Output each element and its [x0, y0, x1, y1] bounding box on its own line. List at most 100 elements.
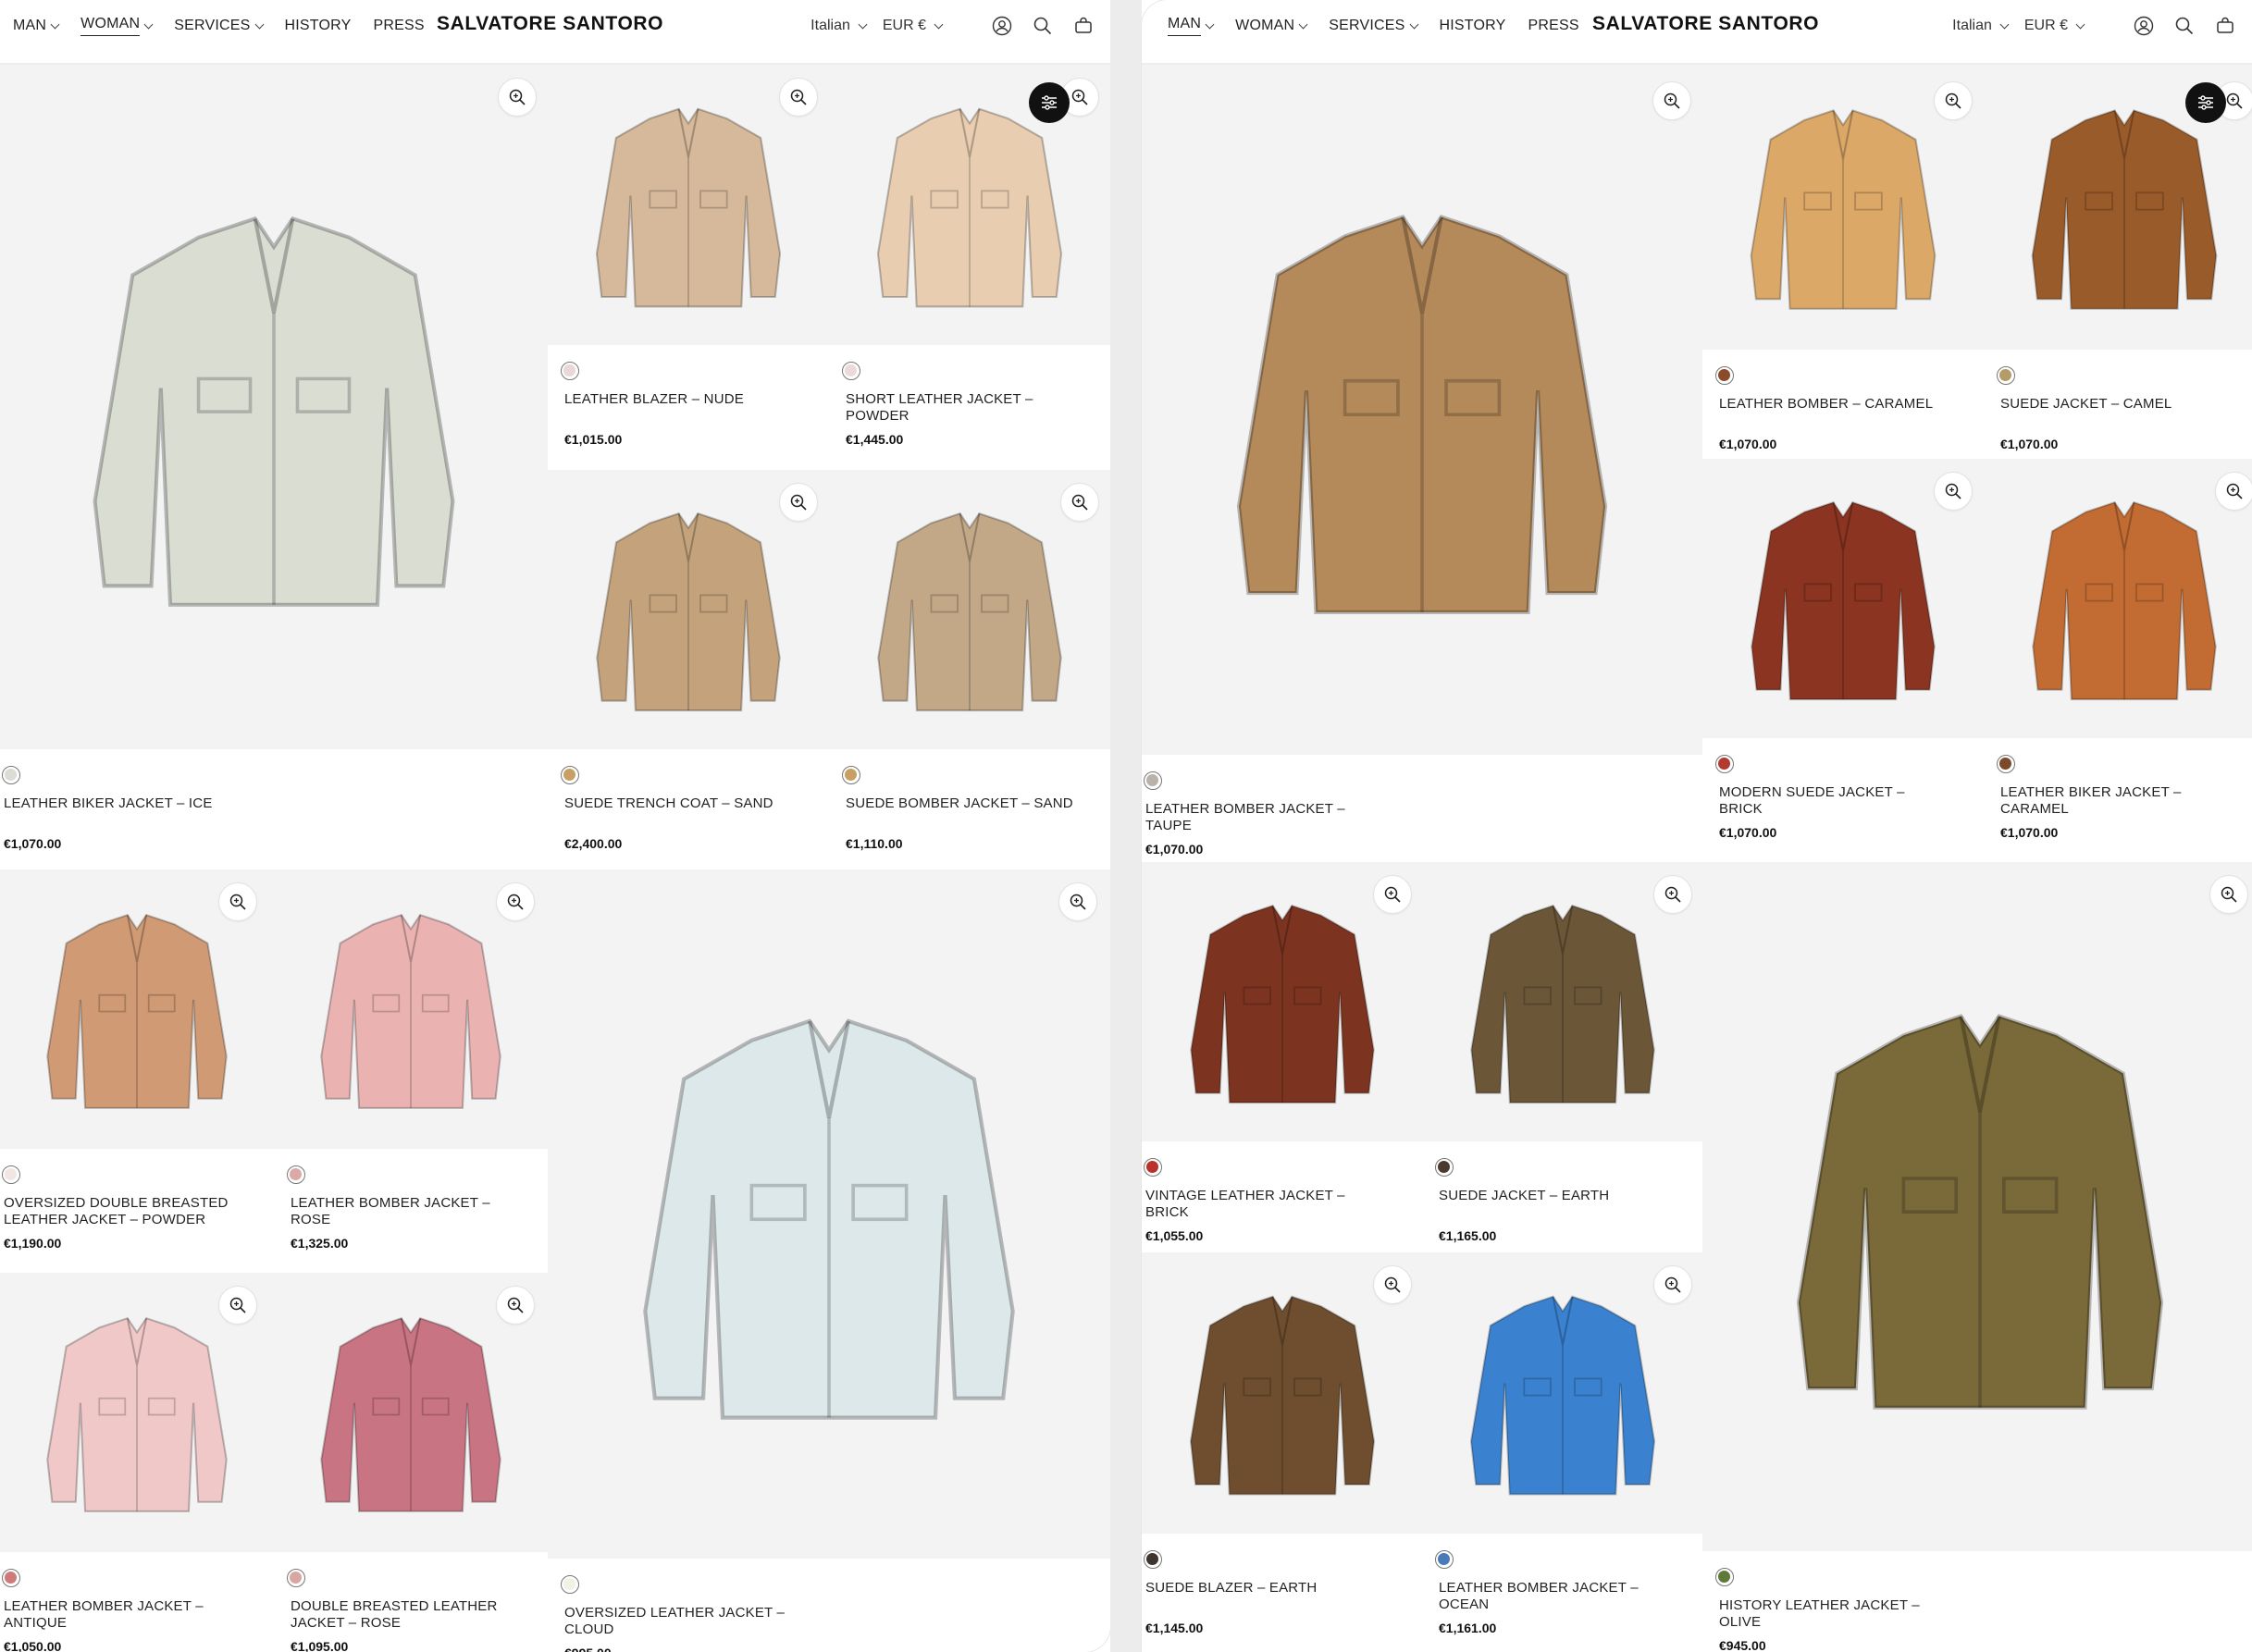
nav-history[interactable]: HISTORY — [1440, 18, 1506, 34]
filter-button[interactable] — [2185, 82, 2226, 123]
zoom-in-button[interactable] — [498, 78, 537, 117]
account-icon[interactable] — [2132, 14, 2156, 38]
product-name[interactable]: SUEDE BOMBER JACKET – SAND — [846, 795, 1077, 812]
product-card[interactable]: SUEDE BOMBER JACKET – SAND €1,110.00 — [829, 470, 1110, 865]
zoom-in-button[interactable] — [1653, 1265, 1692, 1304]
product-card[interactable]: LEATHER BIKER JACKET – ICE €1,070.00 — [0, 65, 548, 865]
nav-history[interactable]: HISTORY — [285, 18, 352, 34]
product-card[interactable]: LEATHER BOMBER JACKET – ANTIQUE €1,050.00 — [0, 1273, 274, 1652]
nav-press[interactable]: PRESS — [1528, 18, 1578, 34]
color-swatch[interactable] — [2, 1569, 20, 1587]
zoom-in-button[interactable] — [218, 1286, 257, 1325]
product-card[interactable]: LEATHER BIKER JACKET – CARAMEL €1,070.00 — [1984, 459, 2252, 854]
zoom-in-button[interactable] — [496, 1286, 535, 1325]
zoom-in-button[interactable] — [2209, 875, 2248, 914]
product-name[interactable]: OVERSIZED LEATHER JACKET – CLOUD — [564, 1605, 796, 1638]
nav-woman[interactable]: WOMAN — [80, 16, 154, 36]
cart-icon[interactable] — [1071, 14, 1095, 38]
product-name[interactable]: LEATHER BIKER JACKET – ICE — [4, 795, 235, 812]
product-image[interactable] — [548, 869, 1110, 1559]
zoom-in-button[interactable] — [1934, 81, 1973, 120]
color-swatch[interactable] — [842, 362, 860, 380]
product-card[interactable]: DOUBLE BREASTED LEATHER JACKET – ROSE €1,… — [274, 1273, 548, 1652]
product-card[interactable]: SUEDE JACKET – EARTH €1,165.00 — [1422, 862, 1702, 1257]
product-name[interactable]: LEATHER BOMBER JACKET – ROSE — [291, 1195, 522, 1228]
product-card[interactable]: SUEDE JACKET – CAMEL €1,070.00 — [1984, 65, 2252, 465]
color-swatch[interactable] — [842, 766, 860, 784]
zoom-in-button[interactable] — [218, 882, 257, 921]
color-swatch[interactable] — [287, 1569, 305, 1587]
product-card[interactable]: SUEDE TRENCH COAT – SAND €2,400.00 — [548, 470, 829, 865]
color-swatch[interactable] — [1715, 1568, 1734, 1586]
color-swatch[interactable] — [1435, 1158, 1454, 1177]
product-card[interactable]: LEATHER BOMBER JACKET – OCEAN €1,161.00 — [1422, 1252, 1702, 1649]
nav-services[interactable]: SERVICES — [174, 18, 264, 34]
product-image[interactable] — [1702, 862, 2252, 1551]
product-name[interactable]: SUEDE JACKET – CAMEL — [2000, 396, 2232, 413]
color-swatch[interactable] — [561, 362, 579, 380]
product-name[interactable]: SUEDE TRENCH COAT – SAND — [564, 795, 796, 812]
product-card[interactable]: VINTAGE LEATHER JACKET – BRICK €1,055.00 — [1142, 862, 1422, 1257]
product-name[interactable]: SUEDE BLAZER – EARTH — [1145, 1580, 1377, 1597]
nav-woman[interactable]: WOMAN — [1235, 18, 1308, 34]
product-name[interactable]: HISTORY LEATHER JACKET – OLIVE — [1719, 1597, 1950, 1631]
zoom-in-button[interactable] — [1652, 81, 1691, 120]
color-swatch[interactable] — [2, 766, 20, 784]
product-image[interactable] — [1984, 459, 2252, 738]
color-swatch[interactable] — [1435, 1550, 1454, 1569]
product-name[interactable]: LEATHER BOMBER JACKET – ANTIQUE — [4, 1598, 235, 1632]
color-swatch[interactable] — [287, 1165, 305, 1184]
color-swatch[interactable] — [2, 1165, 20, 1184]
search-icon[interactable] — [1031, 14, 1055, 38]
product-name[interactable]: LEATHER BIKER JACKET – CARAMEL — [2000, 784, 2232, 818]
color-swatch[interactable] — [1144, 1158, 1162, 1177]
product-name[interactable]: SUEDE JACKET – EARTH — [1439, 1188, 1670, 1204]
product-image[interactable] — [1142, 65, 1702, 755]
nav-press[interactable]: PRESS — [373, 18, 424, 34]
color-swatch[interactable] — [1144, 1550, 1162, 1569]
nav-services[interactable]: SERVICES — [1329, 18, 1418, 34]
filter-button[interactable] — [1029, 82, 1070, 123]
color-swatch[interactable] — [1997, 366, 2015, 385]
zoom-in-button[interactable] — [779, 78, 818, 117]
nav-man[interactable]: MAN — [1168, 16, 1215, 36]
product-name[interactable]: LEATHER BOMBER – CARAMEL — [1719, 396, 1950, 413]
brand-logo[interactable]: SALVATORE SANTORO — [437, 13, 663, 35]
product-card[interactable]: OVERSIZED LEATHER JACKET – CLOUD €995.00 — [548, 869, 1110, 1652]
color-swatch[interactable] — [1997, 755, 2015, 773]
language-selector[interactable]: Italian — [1952, 18, 2010, 34]
product-name[interactable]: OVERSIZED DOUBLE BREASTED LEATHER JACKET… — [4, 1195, 235, 1228]
zoom-in-button[interactable] — [2215, 472, 2252, 511]
product-card[interactable]: LEATHER BOMBER – CARAMEL €1,070.00 — [1702, 65, 1984, 465]
product-card[interactable]: SUEDE BLAZER – EARTH €1,145.00 — [1142, 1252, 1422, 1649]
product-name[interactable]: LEATHER BOMBER JACKET – OCEAN — [1439, 1580, 1670, 1613]
cart-icon[interactable] — [2213, 14, 2237, 38]
zoom-in-button[interactable] — [1060, 483, 1099, 522]
color-swatch[interactable] — [1144, 771, 1162, 790]
product-image[interactable] — [0, 65, 548, 749]
language-selector[interactable]: Italian — [810, 18, 868, 34]
product-card[interactable]: OVERSIZED DOUBLE BREASTED LEATHER JACKET… — [0, 869, 274, 1264]
currency-selector[interactable]: EUR € — [2024, 18, 2085, 34]
zoom-in-button[interactable] — [1373, 1265, 1412, 1304]
product-name[interactable]: VINTAGE LEATHER JACKET – BRICK — [1145, 1188, 1377, 1221]
color-swatch[interactable] — [561, 1575, 579, 1594]
search-icon[interactable] — [2172, 14, 2196, 38]
zoom-in-button[interactable] — [1934, 472, 1973, 511]
product-card[interactable]: MODERN SUEDE JACKET – BRICK €1,070.00 — [1702, 459, 1984, 854]
brand-logo[interactable]: SALVATORE SANTORO — [1592, 13, 1819, 35]
product-card[interactable]: LEATHER BOMBER JACKET – ROSE €1,325.00 — [274, 869, 548, 1264]
product-card[interactable]: LEATHER BLAZER – NUDE €1,015.00 — [548, 65, 829, 461]
nav-man[interactable]: MAN — [13, 18, 60, 34]
color-swatch[interactable] — [1715, 366, 1734, 385]
zoom-in-button[interactable] — [779, 483, 818, 522]
zoom-in-button[interactable] — [1058, 882, 1097, 921]
product-name[interactable]: LEATHER BLAZER – NUDE — [564, 391, 796, 408]
product-name[interactable]: LEATHER BOMBER JACKET – TAUPE — [1145, 801, 1377, 834]
zoom-in-button[interactable] — [1373, 875, 1412, 914]
product-card[interactable]: SHORT LEATHER JACKET – POWDER €1,445.00 — [829, 65, 1110, 461]
product-card[interactable]: LEATHER BOMBER JACKET – TAUPE €1,070.00 — [1142, 65, 1702, 870]
zoom-in-button[interactable] — [496, 882, 535, 921]
color-swatch[interactable] — [561, 766, 579, 784]
zoom-in-button[interactable] — [1653, 875, 1692, 914]
